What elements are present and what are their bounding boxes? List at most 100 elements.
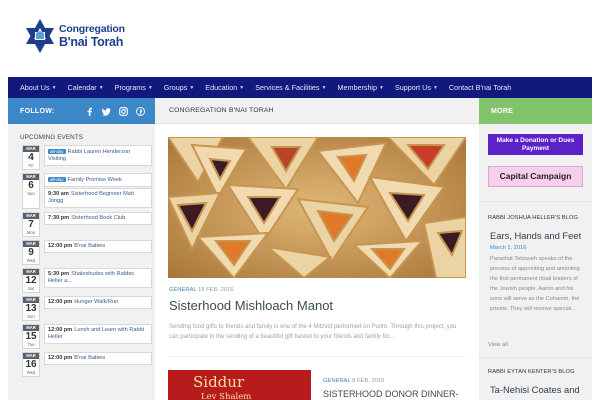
calendar-date-badge[interactable]: MAR 4 Fri xyxy=(22,145,40,170)
cal-day: 9 xyxy=(28,247,34,258)
event-time: 12:00 pm xyxy=(48,327,73,333)
donate-button[interactable]: Make a Donation or Dues Payment xyxy=(488,134,583,155)
cal-weekday: Mon xyxy=(26,230,36,235)
post-title[interactable]: Sisterhood Mishloach Manot xyxy=(169,298,333,313)
chevron-down-icon: ▼ xyxy=(379,84,384,91)
chevron-down-icon: ▼ xyxy=(321,84,327,91)
blog-heading: RABBI JOSHUA HELLER'S BLOG xyxy=(488,215,578,221)
nav-label: Membership xyxy=(337,83,378,92)
calendar-date-badge[interactable]: MAR 7 Mon xyxy=(22,212,40,237)
calendar-date-badge[interactable]: MAR 9 Wed xyxy=(22,240,40,265)
cookie-illustration xyxy=(168,137,466,278)
more-label: MORE xyxy=(491,107,514,115)
event-time: 12:00 pm xyxy=(48,243,73,249)
logo-text: Congregation B'nai Torah xyxy=(59,24,125,48)
cal-day: 13 xyxy=(25,303,37,314)
event-time: 5:30 pm xyxy=(48,271,70,277)
nav-label: Calendar xyxy=(67,83,97,92)
nav-label: Services & Facilities xyxy=(255,83,320,92)
site-logo[interactable]: Congregation B'nai Torah xyxy=(24,18,125,54)
nav-label: Support Us xyxy=(394,83,431,92)
nav-item-contact[interactable]: Contact B'nai Torah xyxy=(449,83,511,92)
cal-day: 15 xyxy=(25,331,37,342)
cal-weekday: Wed xyxy=(26,370,36,375)
event-list: 12:00 pm Hunger Walk/Run xyxy=(44,296,152,321)
nav-label: Contact B'nai Torah xyxy=(448,83,512,92)
event-title: Hunger Walk/Run xyxy=(74,299,119,305)
divider xyxy=(479,201,592,202)
calendar-date-badge[interactable]: MAR 13 Sun xyxy=(22,296,40,321)
event-item[interactable]: 12:00 pm Lunch and Learn with Rabbi Helle… xyxy=(44,324,152,344)
event-time: 7:30 pm xyxy=(48,215,70,221)
event-item[interactable]: 9:30 am Sisterhood Beginner Mah Jongg xyxy=(44,188,152,208)
calendar-date-badge[interactable]: MAR 6 Sun xyxy=(22,173,40,209)
event-item[interactable]: 12:00 pm Hunger Walk/Run xyxy=(44,296,152,309)
view-all-link[interactable]: View all xyxy=(488,342,508,348)
instagram-icon[interactable] xyxy=(118,106,128,116)
event-day: MAR 13 Sun 12:00 pm Hunger Walk/Run xyxy=(22,296,152,321)
nav-item-services-facilities[interactable]: Services & Facilities ▼ xyxy=(255,83,326,92)
capital-campaign-button[interactable]: Capital Campaign xyxy=(488,166,583,187)
cal-day: 12 xyxy=(25,275,37,286)
event-item[interactable]: 12:00 pm B'nai Babies xyxy=(44,352,152,365)
nav-item-groups[interactable]: Groups ▼ xyxy=(164,83,195,92)
divider xyxy=(169,356,465,357)
nav-item-support-us[interactable]: Support Us ▼ xyxy=(395,83,438,92)
nav-item-programs[interactable]: Programs ▼ xyxy=(115,83,153,92)
right-sidebar: MORE Make a Donation or Dues Payment Cap… xyxy=(479,98,592,400)
siddur-subtitle: Lev Shalem xyxy=(201,392,252,400)
facebook-icon[interactable] xyxy=(85,107,94,116)
blog-post-date: March 1, 2016 xyxy=(490,245,527,251)
social-links xyxy=(85,106,145,116)
hamantaschen-photo[interactable] xyxy=(168,137,466,278)
chevron-down-icon: ▼ xyxy=(51,84,57,91)
event-time: 12:00 pm xyxy=(48,299,73,305)
event-item[interactable]: all-day Rabbi Lauren Henderson Visiting xyxy=(44,145,152,166)
nav-item-calendar[interactable]: Calendar ▼ xyxy=(68,83,104,92)
logo-line-1: Congregation xyxy=(59,23,125,35)
follow-bar: FOLLOW: xyxy=(8,98,155,124)
star-of-david-icon xyxy=(26,19,54,53)
twitter-icon[interactable] xyxy=(101,107,111,116)
event-list: 12:00 pm B'nai Babies xyxy=(44,240,152,265)
event-title: B'nai Babies xyxy=(74,243,106,249)
cal-day: 16 xyxy=(25,359,37,370)
event-item[interactable]: all-day Family Promise Week xyxy=(44,173,152,187)
blog-heading: RABBI EYTAN KENTER'S BLOG xyxy=(488,369,575,375)
event-title: Family Promise Week xyxy=(67,177,122,183)
nav-item-education[interactable]: Education ▼ xyxy=(205,83,244,92)
blog-post-title[interactable]: Ears, Hands and Feet xyxy=(490,230,581,241)
divider xyxy=(479,357,592,358)
cal-weekday: Tue xyxy=(27,342,35,347)
event-list: 12:00 pm Lunch and Learn with Rabbi Helle… xyxy=(44,324,152,349)
calendar-date-badge[interactable]: MAR 16 Wed xyxy=(22,352,40,377)
upcoming-events-heading: UPCOMING EVENTS xyxy=(20,134,84,141)
event-list: all-day Rabbi Lauren Henderson Visiting xyxy=(44,145,152,170)
chevron-down-icon: ▼ xyxy=(239,84,245,91)
post-meta: GENERAL 8 FEB, 2016 xyxy=(323,378,384,384)
main-content: CONGREGATION B'NAI TORAH GENERAL 18 FEB,… xyxy=(155,98,479,400)
blog-post-title[interactable]: Ta-Nehisi Coates and xyxy=(490,384,580,395)
event-time: 12:00 pm xyxy=(48,355,73,361)
event-list: 5:30 pm Shaleshudes with Rabbis Heller a.… xyxy=(44,268,152,293)
calendar-date-badge[interactable]: MAR 12 Sat xyxy=(22,268,40,293)
siddur-cover-image[interactable]: Siddur Lev Shalem xyxy=(168,370,311,400)
cal-weekday: Sat xyxy=(27,286,35,291)
event-item[interactable]: 7:30 pm Sisterhood Book Club xyxy=(44,212,152,225)
logo-line-2: B'nai Torah xyxy=(59,34,124,49)
event-item[interactable]: 5:30 pm Shaleshudes with Rabbis Heller a.… xyxy=(44,268,152,288)
post-category[interactable]: GENERAL xyxy=(323,378,351,384)
nav-label: Programs xyxy=(114,83,146,92)
event-title: Sisterhood Book Club xyxy=(71,215,126,221)
event-day: MAR 7 Mon 7:30 pm Sisterhood Book Club xyxy=(22,212,152,237)
nav-item-membership[interactable]: Membership ▼ xyxy=(337,83,384,92)
left-sidebar: FOLLOW: UPCOMING EVENTS MAR 4 Fri all-da… xyxy=(8,98,155,400)
event-item[interactable]: 12:00 pm B'nai Babies xyxy=(44,240,152,253)
calendar-date-badge[interactable]: MAR 15 Tue xyxy=(22,324,40,349)
pinterest-icon[interactable] xyxy=(135,106,145,116)
event-list: 7:30 pm Sisterhood Book Club xyxy=(44,212,152,237)
breadcrumb-title: CONGREGATION B'NAI TORAH xyxy=(169,107,274,114)
post-title[interactable]: SISTERHOOD DONOR DINNER- xyxy=(323,389,459,399)
nav-item-about-us[interactable]: About Us ▼ xyxy=(20,83,57,92)
post-category[interactable]: GENERAL xyxy=(169,287,197,293)
